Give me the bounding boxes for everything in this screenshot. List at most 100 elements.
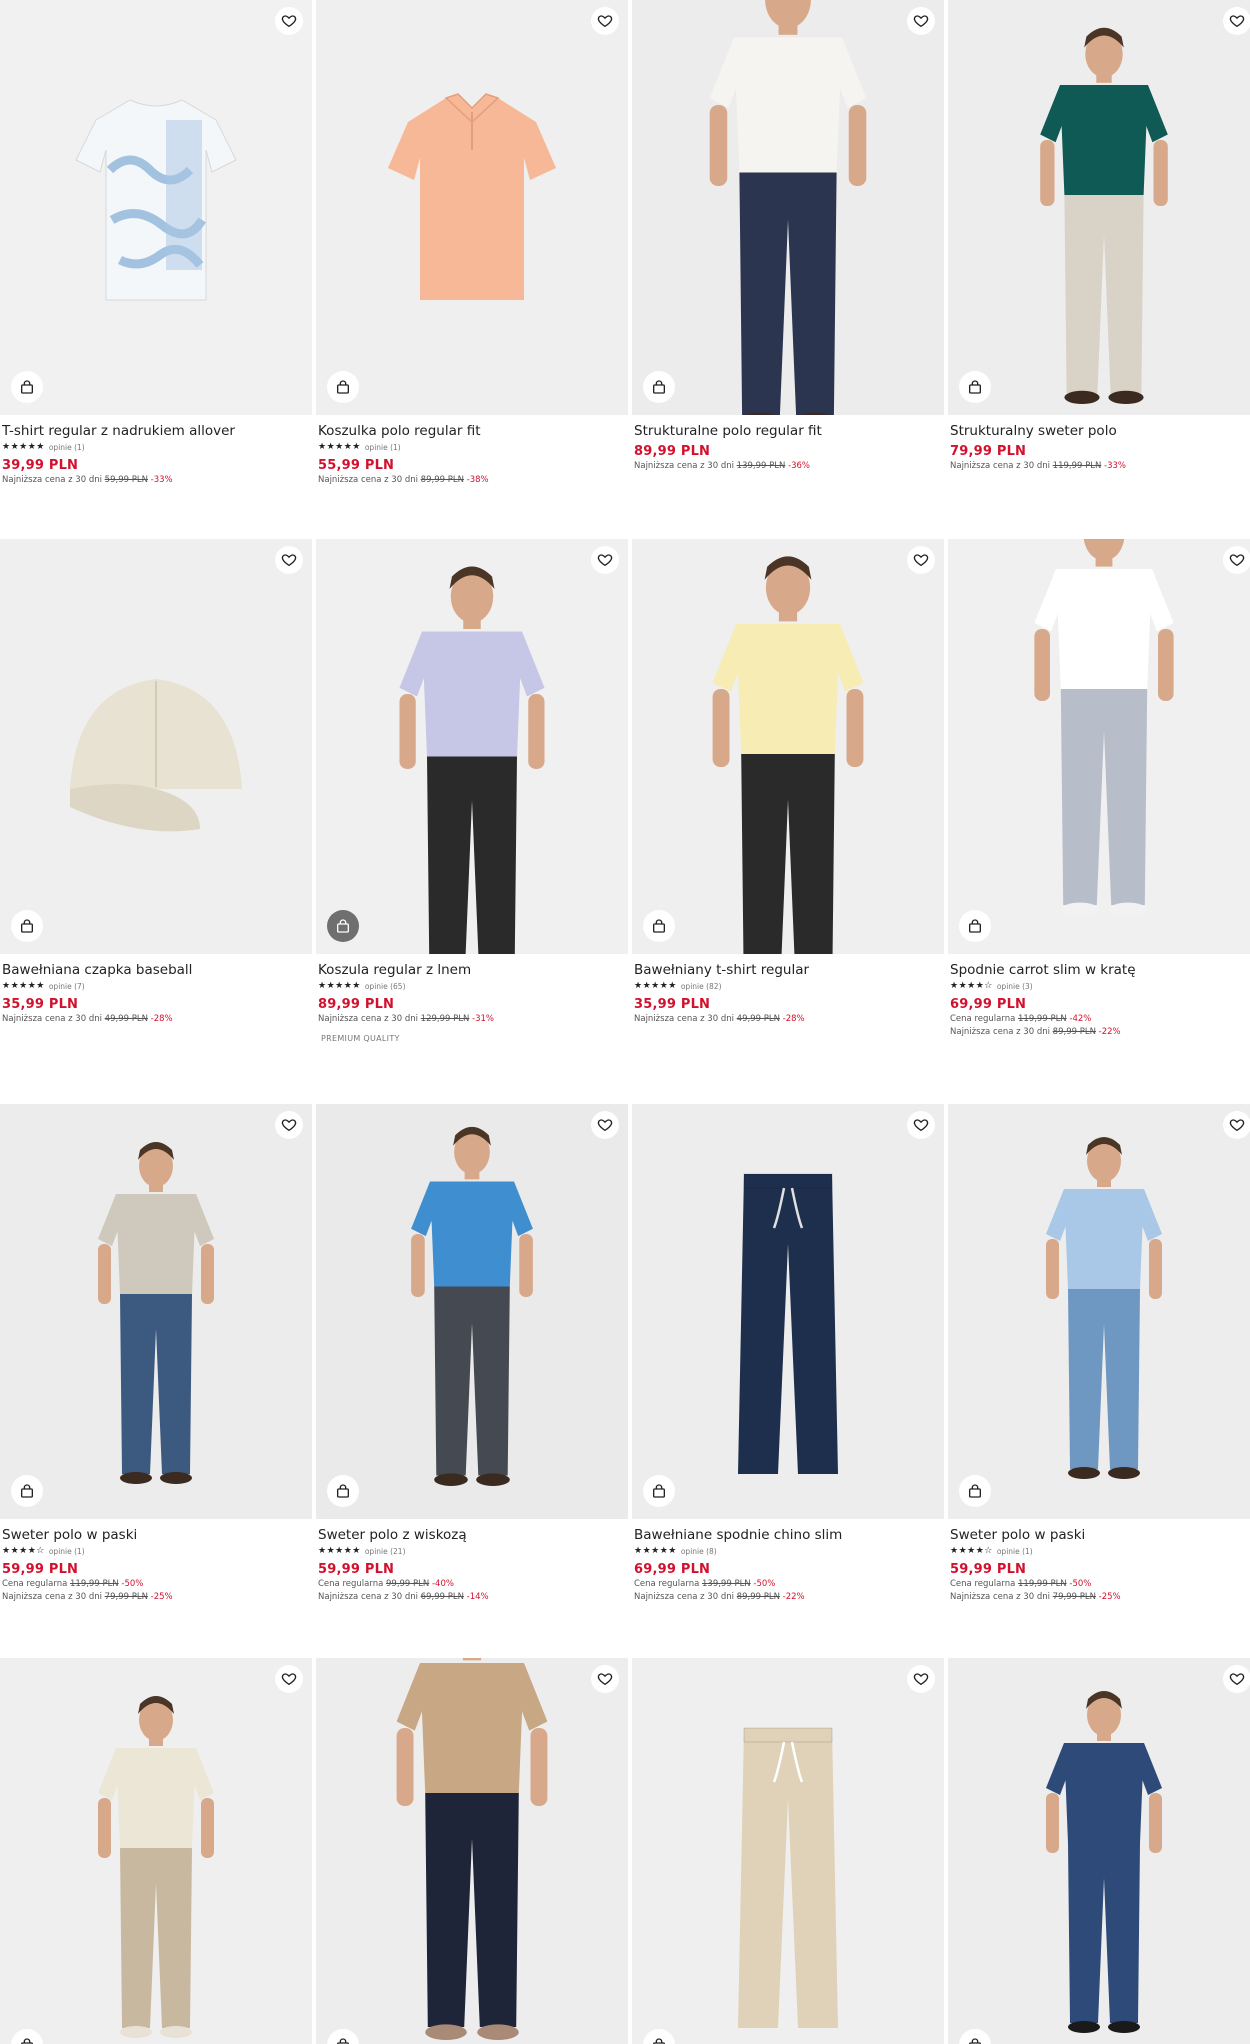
product-name[interactable]: Koszulka polo regular fit <box>318 422 628 440</box>
heart-icon[interactable] <box>275 7 303 35</box>
heart-icon[interactable] <box>591 1665 619 1693</box>
sale-price: 59,99 PLN <box>2 1562 79 1577</box>
shopping-bag-icon[interactable] <box>11 371 43 403</box>
discount-percent: -28% <box>782 1014 805 1024</box>
old-price: 119,99 PLN <box>1018 1014 1067 1024</box>
heart-icon[interactable] <box>907 546 935 574</box>
product-name[interactable]: Bawełniana czapka baseball <box>2 961 312 979</box>
product-card[interactable] <box>316 1658 628 2044</box>
product-name[interactable]: Koszula regular z lnem <box>318 961 628 979</box>
price-history-line: Cena regularna 139,99 PLN -50% <box>634 1578 944 1591</box>
old-price: 139,99 PLN <box>702 1579 751 1589</box>
heart-icon[interactable] <box>907 7 935 35</box>
product-image[interactable] <box>316 1104 628 1519</box>
product-image[interactable] <box>948 1104 1250 1519</box>
heart-icon[interactable] <box>275 1111 303 1139</box>
product-image[interactable] <box>948 1658 1250 2044</box>
old-price: 119,99 PLN <box>1052 461 1102 471</box>
sale-price: 59,99 PLN <box>318 1562 395 1577</box>
heart-icon[interactable] <box>275 1665 303 1693</box>
product-card[interactable] <box>0 1658 312 2044</box>
price-history-line: Najniższa cena z 30 dni 59,99 PLN -33% <box>2 474 312 487</box>
shopping-bag-icon[interactable] <box>959 910 991 942</box>
review-count[interactable]: opinie (1) <box>49 1545 85 1558</box>
product-card[interactable]: Bawełniana czapka baseball ★★★★★ opinie … <box>0 539 312 1026</box>
product-rating: ★★★★★ opinie (1) <box>318 441 628 454</box>
price-history-line: Cena regularna 119,99 PLN -50% <box>950 1578 1250 1591</box>
product-name[interactable]: Strukturalne polo regular fit <box>634 422 944 440</box>
shopping-bag-icon[interactable] <box>643 1475 675 1507</box>
shopping-bag-icon[interactable] <box>959 371 991 403</box>
review-count[interactable]: opinie (21) <box>365 1545 406 1558</box>
review-count[interactable]: opinie (1) <box>997 1545 1033 1558</box>
heart-icon[interactable] <box>591 7 619 35</box>
heart-icon[interactable] <box>907 1111 935 1139</box>
price-history-line: Najniższa cena z 30 dni 89,99 PLN -38% <box>318 474 628 487</box>
old-price: 69,99 PLN <box>420 1592 464 1602</box>
heart-icon[interactable] <box>1223 1665 1250 1693</box>
product-photo <box>738 1727 838 2028</box>
product-image[interactable] <box>632 1658 944 2044</box>
product-image[interactable] <box>632 0 944 415</box>
product-card[interactable] <box>632 1658 944 2044</box>
product-name[interactable]: Sweter polo w paski <box>2 1526 312 1544</box>
product-image[interactable] <box>316 0 628 415</box>
product-card[interactable]: Koszula regular z lnem ★★★★★ opinie (65)… <box>316 539 628 1043</box>
shopping-bag-icon[interactable] <box>643 371 675 403</box>
product-card[interactable]: Spodnie carrot slim w kratę ★★★★☆ opinie… <box>948 539 1250 1039</box>
discount-percent: -42% <box>1069 1014 1092 1024</box>
product-image[interactable] <box>0 0 312 415</box>
old-price: 89,99 PLN <box>736 1592 780 1602</box>
product-rating: ★★★★★ opinie (82) <box>634 980 944 993</box>
product-card[interactable]: Strukturalny sweter polo 79,99 PLN Najniż… <box>948 0 1250 473</box>
product-image[interactable] <box>0 1658 312 2044</box>
product-card[interactable]: Strukturalne polo regular fit 89,99 PLN N… <box>632 0 944 473</box>
product-name[interactable]: Bawełniane spodnie chino slim <box>634 1526 944 1544</box>
product-card[interactable]: Bawełniany t-shirt regular ★★★★★ opinie … <box>632 539 944 1026</box>
product-image[interactable] <box>316 1658 628 2044</box>
heart-icon[interactable] <box>275 546 303 574</box>
product-image[interactable] <box>632 1104 944 1519</box>
review-count[interactable]: opinie (7) <box>49 980 85 993</box>
shopping-bag-icon[interactable] <box>643 910 675 942</box>
product-image[interactable] <box>0 1104 312 1519</box>
review-count[interactable]: opinie (1) <box>49 441 85 454</box>
product-card[interactable]: T-shirt regular z nadrukiem allover ★★★★… <box>0 0 312 487</box>
review-count[interactable]: opinie (3) <box>997 980 1033 993</box>
product-name[interactable]: Sweter polo z wiskozą <box>318 1526 628 1544</box>
review-count[interactable]: opinie (1) <box>365 441 401 454</box>
shopping-bag-icon[interactable] <box>11 910 43 942</box>
heart-icon[interactable] <box>907 1665 935 1693</box>
product-name[interactable]: Bawełniany t-shirt regular <box>634 961 944 979</box>
heart-icon[interactable] <box>1223 1111 1250 1139</box>
product-name[interactable]: Sweter polo w paski <box>950 1526 1250 1544</box>
product-card[interactable]: Bawełniane spodnie chino slim ★★★★★ opin… <box>632 1104 944 1604</box>
price-history-line: Najniższa cena z 30 dni 129,99 PLN -31% <box>318 1013 628 1026</box>
shopping-bag-icon[interactable] <box>959 1475 991 1507</box>
heart-icon[interactable] <box>591 1111 619 1139</box>
shopping-bag-icon[interactable] <box>327 910 359 942</box>
product-card[interactable]: Koszulka polo regular fit ★★★★★ opinie (… <box>316 0 628 487</box>
product-image[interactable] <box>632 539 944 954</box>
product-card[interactable] <box>948 1658 1250 2044</box>
product-card[interactable]: Sweter polo w paski ★★★★☆ opinie (1) 59,… <box>0 1104 312 1604</box>
heart-icon[interactable] <box>1223 7 1250 35</box>
product-card[interactable]: Sweter polo z wiskozą ★★★★★ opinie (21) … <box>316 1104 628 1604</box>
review-count[interactable]: opinie (8) <box>681 1545 717 1558</box>
shopping-bag-icon[interactable] <box>11 1475 43 1507</box>
product-name[interactable]: Spodnie carrot slim w kratę <box>950 961 1250 979</box>
product-image[interactable] <box>948 0 1250 415</box>
product-name[interactable]: Strukturalny sweter polo <box>950 422 1250 440</box>
shopping-bag-icon[interactable] <box>327 1475 359 1507</box>
product-photo <box>98 1142 214 1484</box>
review-count[interactable]: opinie (82) <box>681 980 722 993</box>
heart-icon[interactable] <box>591 546 619 574</box>
review-count[interactable]: opinie (65) <box>365 980 406 993</box>
heart-icon[interactable] <box>1223 546 1250 574</box>
product-image[interactable] <box>948 539 1250 954</box>
product-name[interactable]: T-shirt regular z nadrukiem allover <box>2 422 312 440</box>
shopping-bag-icon[interactable] <box>327 371 359 403</box>
product-image[interactable] <box>316 539 628 954</box>
product-image[interactable] <box>0 539 312 954</box>
product-card[interactable]: Sweter polo w paski ★★★★☆ opinie (1) 59,… <box>948 1104 1250 1604</box>
